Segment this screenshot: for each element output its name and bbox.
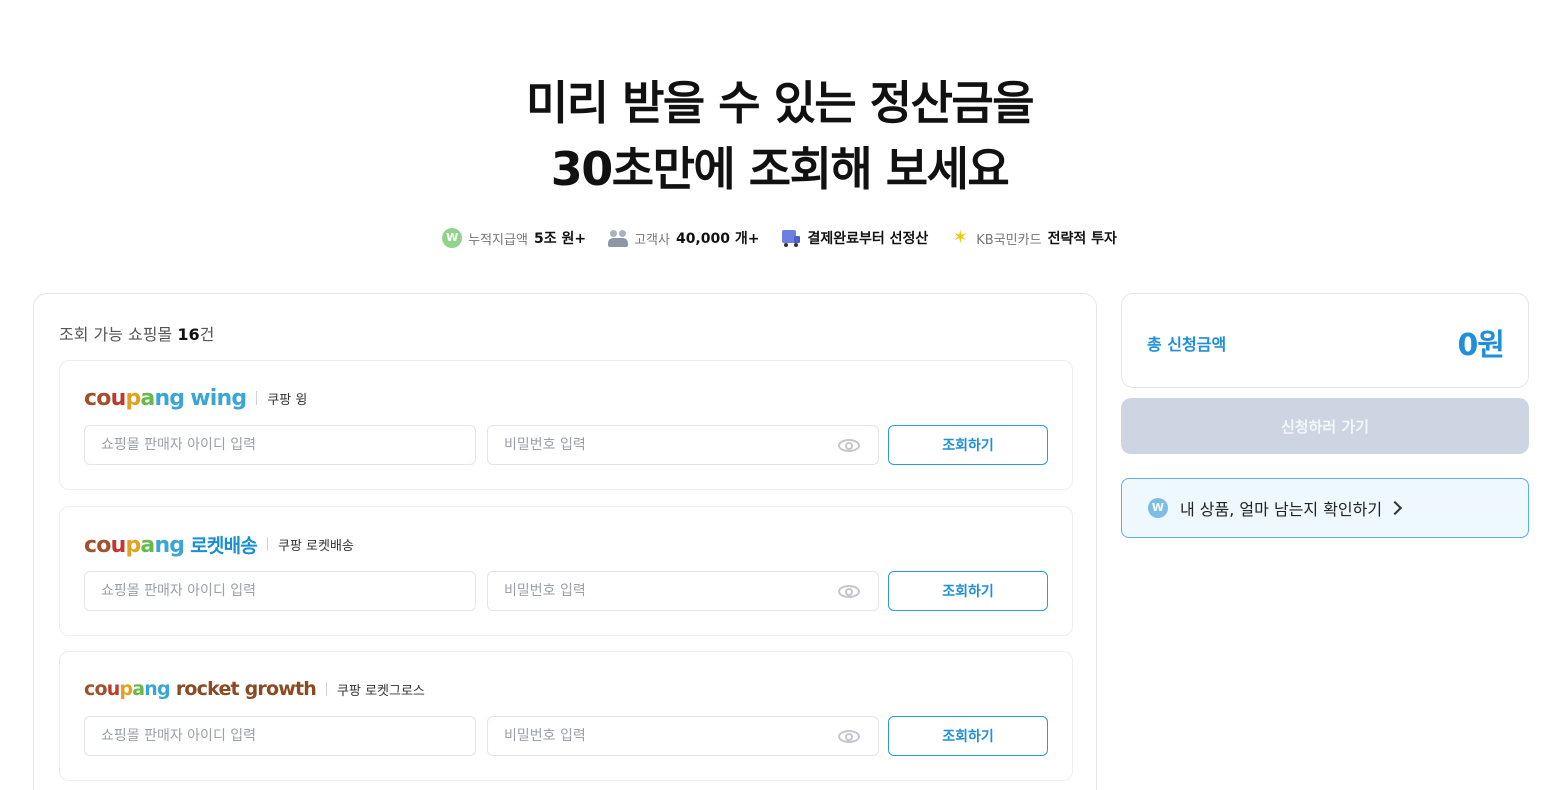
mall-header: coupang 로켓배송 쿠팡 로켓배송 [84, 529, 354, 559]
seller-id-input[interactable] [84, 716, 476, 756]
seller-id-input[interactable] [84, 425, 476, 465]
seller-id-field[interactable] [101, 583, 459, 599]
password-input[interactable] [487, 571, 879, 611]
stat-customers-label: 고객사 [634, 232, 670, 248]
apply-button[interactable]: 신청하러 가기 [1121, 398, 1529, 454]
check-button[interactable]: 조회하기 [888, 716, 1048, 756]
seller-id-field[interactable] [101, 728, 459, 744]
profit-check-label: 내 상품, 얼마 남는지 확인하기 [1180, 500, 1383, 519]
stat-settlement-value: 결제완료부터 선정산 [807, 231, 929, 247]
divider [266, 537, 268, 551]
divider [256, 391, 258, 405]
password-field[interactable] [504, 728, 862, 744]
hero-title-line-2: 30초만에 조회해 보세요 [550, 142, 1010, 196]
stats-bar: W 누적지급액 5조 원+ 고객사 40,000 개+ 결제완료부터 선정산 ✶… [0, 228, 1559, 248]
password-input[interactable] [487, 425, 879, 465]
eye-icon[interactable] [838, 437, 860, 453]
mall-item-coupang-rocket-delivery: coupang로켓배송 쿠팡 로켓배송 조회하기 [59, 506, 1073, 636]
truck-icon [781, 228, 801, 248]
profit-check-link[interactable]: W 내 상품, 얼마 남는지 확인하기 [1121, 478, 1529, 538]
check-button[interactable]: 조회하기 [888, 571, 1048, 611]
stat-investor-value: 전략적 투자 [1047, 231, 1117, 247]
mall-count: 조회 가능 쇼핑몰 16건 [59, 321, 214, 345]
stat-settlement: 결제완료부터 선정산 [781, 228, 928, 248]
coupang-rocket-growth-logo: coupang rocket growth [84, 678, 317, 700]
stat-investor: ✶ KB국민카드 전략적 투자 [950, 228, 1117, 248]
mall-count-prefix: 조회 가능 쇼핑몰 [59, 325, 173, 344]
mall-header: coupang rocket growth 쿠팡 로켓그로스 [84, 674, 425, 704]
password-input[interactable] [487, 716, 879, 756]
mall-name: 쿠팡 로켓그로스 [337, 683, 425, 699]
seller-id-field[interactable] [101, 437, 459, 453]
stat-investor-label: KB국민카드 [976, 232, 1042, 248]
password-field[interactable] [504, 583, 862, 599]
won-coin-icon: W [442, 228, 463, 248]
stat-payout-label: 누적지급액 [468, 232, 528, 248]
mall-count-value: 16 [177, 325, 200, 344]
mall-header: coupang wing 쿠팡 윙 [84, 383, 307, 413]
won-coin-icon: W [1148, 498, 1168, 518]
total-amount-label: 총 신청금액 [1147, 335, 1227, 354]
mall-item-coupang-wing: coupangwing 쿠팡 윙 조회하기 [59, 360, 1073, 490]
coupang-wing-logo: coupang wing [84, 385, 247, 411]
total-amount-card: 총 신청금액 0원 [1121, 293, 1529, 388]
password-field[interactable] [504, 437, 862, 453]
stat-payout: W 누적지급액 5조 원+ [442, 228, 586, 248]
total-amount-value: 0원 [1457, 328, 1505, 363]
mall-list-card: 조회 가능 쇼핑몰 16건 coupangwing 쿠팡 윙 조회하기 coup… [33, 293, 1097, 790]
stat-customers-value: 40,000 개+ [675, 231, 760, 247]
mall-item-coupang-rocket-growth: coupangrocket growth 쿠팡 로켓그로스 조회하기 [59, 651, 1073, 781]
seller-id-input[interactable] [84, 571, 476, 611]
divider [326, 682, 328, 696]
chevron-right-icon [1388, 500, 1403, 516]
coupang-rocket-delivery-logo: coupang 로켓배송 [84, 532, 258, 558]
people-icon [608, 228, 629, 248]
hero-title-line-1: 미리 받을 수 있는 정산금을 [525, 76, 1035, 130]
check-button[interactable]: 조회하기 [888, 425, 1048, 465]
stat-customers: 고객사 40,000 개+ [608, 228, 759, 248]
mall-name: 쿠팡 로켓배송 [277, 538, 354, 554]
hero-title: 미리 받을 수 있는 정산금을 30초만에 조회해 보세요 [0, 70, 1559, 202]
eye-icon[interactable] [838, 728, 860, 744]
eye-icon[interactable] [838, 583, 860, 599]
mall-count-suffix: 건 [199, 325, 215, 344]
kb-star-icon: ✶ [952, 227, 968, 248]
stat-payout-value: 5조 원+ [533, 231, 587, 247]
mall-name: 쿠팡 윙 [267, 392, 308, 408]
